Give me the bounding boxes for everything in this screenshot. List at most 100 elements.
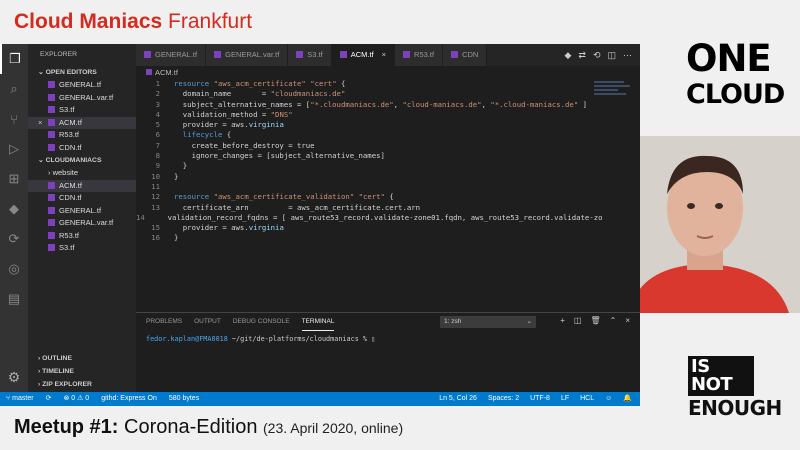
code-text: } xyxy=(174,171,179,181)
branch-indicator[interactable]: ⑂ master xyxy=(6,392,34,406)
editor-actions: ◆ ⇄ ⟲ ◫ ⋯ xyxy=(564,44,640,66)
minimap[interactable] xyxy=(594,79,634,119)
code-line[interactable]: 5 provider = aws.virginia xyxy=(136,120,592,130)
maximize-icon[interactable]: ⌃ xyxy=(610,316,617,325)
extensions-icon[interactable]: ⊞ xyxy=(0,164,28,194)
close-icon[interactable]: × xyxy=(382,50,386,59)
file-item[interactable]: R53.tf xyxy=(28,230,136,243)
sync-icon[interactable]: ⟳ xyxy=(46,392,52,406)
code-line[interactable]: 14 validation_record_fqdns = [ aws_route… xyxy=(136,213,603,223)
code-line[interactable]: 9 } xyxy=(136,161,592,171)
terraform-file-icon xyxy=(48,181,55,189)
more-icon[interactable]: ⋯ xyxy=(623,50,632,61)
split-editor-icon[interactable]: ◫ xyxy=(607,50,616,61)
zip-explorer-section[interactable]: › ZIP EXPLORER xyxy=(28,378,136,391)
open-editor-item-active[interactable]: × ACM.tf xyxy=(28,116,136,130)
remote-icon[interactable]: ⟳ xyxy=(0,224,28,254)
tab-output[interactable]: OUTPUT xyxy=(194,313,221,331)
indentation[interactable]: Spaces: 2 xyxy=(488,392,519,406)
tab-debug-console[interactable]: DEBUG CONSOLE xyxy=(233,313,290,331)
end-of-line[interactable]: LF xyxy=(561,392,569,406)
code-line[interactable]: 10} xyxy=(136,172,592,182)
tab-general[interactable]: GENERAL.tf xyxy=(136,44,207,66)
terraform-file-icon xyxy=(48,231,55,239)
language-mode[interactable]: HCL xyxy=(580,392,594,406)
close-icon[interactable]: × xyxy=(625,316,630,325)
logo-cloud-text: CLOUD xyxy=(686,79,785,110)
debug-icon[interactable]: ▷ xyxy=(0,134,28,164)
logo-enough-text: ENOUGH xyxy=(688,396,782,420)
terraform-icon[interactable]: ◆ xyxy=(0,194,28,224)
code-line[interactable]: 6 lifecycle { xyxy=(136,130,592,140)
open-editor-item[interactable]: GENERAL.var.tf xyxy=(28,92,136,105)
line-number: 16 xyxy=(151,233,160,243)
tab-terminal[interactable]: TERMINAL xyxy=(301,313,335,331)
file-item[interactable]: GENERAL.tf xyxy=(28,205,136,218)
meetup-number: Meetup #1: xyxy=(14,416,119,438)
open-editor-item[interactable]: CDN.tf xyxy=(28,142,136,155)
open-editor-item[interactable]: S3.tf xyxy=(28,104,136,117)
compare-icon[interactable]: ⟲ xyxy=(593,50,601,61)
githd-indicator[interactable]: githd: Express On xyxy=(101,392,157,406)
code-line[interactable]: 16} xyxy=(136,233,592,243)
add-terminal-icon[interactable]: + xyxy=(560,316,565,325)
code-line[interactable]: 12 resource "aws_acm_certificate_validati… xyxy=(136,192,592,202)
tab-acm[interactable]: ACM.tf × xyxy=(331,44,396,66)
page-title: Cloud Maniacs Frankfurt xyxy=(14,10,252,34)
terminal-prompt[interactable]: fedor.kaplan@FMA0018 ~/git/de-platforms/… xyxy=(146,335,375,343)
open-editors-section[interactable]: ⌄ OPEN EDITORS xyxy=(28,66,136,79)
line-number: 13 xyxy=(151,202,160,212)
code-line[interactable]: 15 provider = aws.virginia xyxy=(136,223,592,233)
terraform-file-icon xyxy=(146,69,152,75)
docker-icon[interactable]: ▤ xyxy=(0,284,28,314)
timeline-section[interactable]: › TIMELINE xyxy=(28,365,136,378)
bell-icon[interactable]: 🔔 xyxy=(623,392,632,406)
gitlens-icon[interactable]: ◎ xyxy=(0,254,28,284)
code-editor[interactable]: 1 resource "aws_acm_certificate" "cert" {… xyxy=(136,79,603,309)
code-line[interactable]: 3 subject_alternative_names = ["*.cloudm… xyxy=(136,100,592,110)
split-terminal-icon[interactable]: ◫ xyxy=(574,316,582,325)
folder-section[interactable]: ⌄ CLOUDMANIACS xyxy=(28,154,136,167)
code-line[interactable]: 7 create_before_destroy = true xyxy=(136,141,592,151)
diff-icon[interactable]: ◆ xyxy=(564,50,571,61)
tab-r53[interactable]: R53.tf xyxy=(395,44,444,66)
file-item[interactable]: GENERAL.var.tf xyxy=(28,217,136,230)
shell-select[interactable]: 1: zsh ⌄ xyxy=(440,316,536,328)
code-text: lifecycle { xyxy=(182,130,232,140)
sync-icon[interactable]: ⇄ xyxy=(578,50,586,61)
tab-problems[interactable]: PROBLEMS xyxy=(146,313,182,331)
code-line[interactable]: 2 domain_name = "cloudmaniacs.de" xyxy=(136,89,592,99)
source-control-icon[interactable]: ⑂ xyxy=(0,104,28,134)
close-icon[interactable]: × xyxy=(38,117,46,130)
feedback-icon[interactable]: ☺ xyxy=(605,392,612,406)
cursor-position[interactable]: Ln 5, Col 26 xyxy=(439,392,477,406)
trash-icon[interactable]: 🗑 xyxy=(590,316,600,325)
gear-icon[interactable]: ⚙ xyxy=(0,369,28,386)
files-icon[interactable]: ❐ xyxy=(0,44,28,74)
folder-item-website[interactable]: › website xyxy=(28,167,136,180)
tab-s3[interactable]: S3.tf xyxy=(288,44,332,66)
code-text: } xyxy=(174,161,188,171)
terraform-file-icon xyxy=(48,206,55,214)
code-line[interactable]: 11 xyxy=(136,182,592,192)
explorer-title: EXPLORER xyxy=(40,51,78,58)
open-editor-item[interactable]: GENERAL.tf xyxy=(28,79,136,92)
meetup-title: Meetup #1: Corona-Edition (23. April 202… xyxy=(14,416,403,439)
code-line[interactable]: 13 certificate_arn = aws_acm_certificate… xyxy=(136,203,592,213)
tab-cdn[interactable]: CDN xyxy=(443,44,488,66)
file-item[interactable]: CDN.tf xyxy=(28,192,136,205)
terraform-file-icon xyxy=(339,51,347,58)
code-line[interactable]: 4 validation_method = "DNS" xyxy=(136,110,592,120)
file-item[interactable]: S3.tf xyxy=(28,242,136,255)
code-line[interactable]: 8 ignore_changes = [subject_alternative_… xyxy=(136,151,592,161)
open-editor-item[interactable]: R53.tf xyxy=(28,129,136,142)
search-icon[interactable]: ⌕ xyxy=(0,74,28,104)
encoding[interactable]: UTF-8 xyxy=(530,392,550,406)
breadcrumb[interactable]: ACM.tf xyxy=(136,66,178,79)
tab-general-var[interactable]: GENERAL.var.tf xyxy=(206,44,289,66)
outline-section[interactable]: › OUTLINE xyxy=(28,352,136,365)
status-bar: ⑂ master ⟳ ⊗ 0 ⚠ 0 githd: Express On 580… xyxy=(0,392,640,406)
problems-indicator[interactable]: ⊗ 0 ⚠ 0 xyxy=(63,392,89,406)
file-item[interactable]: ACM.tf xyxy=(28,179,136,192)
code-line[interactable]: 1 resource "aws_acm_certificate" "cert" { xyxy=(136,79,592,89)
